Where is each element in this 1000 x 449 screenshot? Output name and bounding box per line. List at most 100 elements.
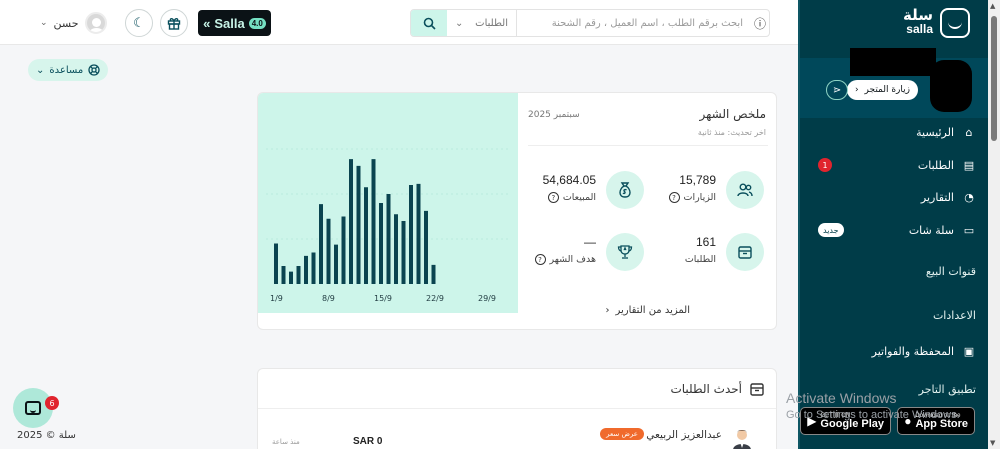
- app-store-button[interactable]: ● Download on the App Store: [897, 407, 975, 435]
- chart-bar[interactable]: [371, 159, 376, 284]
- chart-bar[interactable]: [326, 218, 331, 284]
- chart-bar[interactable]: [349, 159, 353, 284]
- user-name: حسن: [53, 16, 79, 30]
- chart-bar[interactable]: [364, 187, 368, 284]
- chart-bar[interactable]: [319, 204, 323, 284]
- visits-label-text: الزيارات: [683, 192, 717, 203]
- question-icon[interactable]: ?: [668, 192, 680, 203]
- x-tick-label: 29/9: [478, 294, 496, 303]
- sidebar-item-label: التقارير: [920, 190, 954, 204]
- google-play-label: Google Play: [820, 417, 884, 430]
- sidebar-item-sales-channels[interactable]: قنوات البيع: [926, 265, 976, 278]
- brand-ar: سلة: [903, 6, 933, 24]
- quote-badge: عرض سعر: [600, 428, 644, 440]
- more-reports-link[interactable]: المزيد من التقارير ‹: [605, 305, 690, 316]
- chart-bar[interactable]: [386, 194, 391, 284]
- chart-bar[interactable]: [311, 252, 316, 285]
- search-icon: [423, 17, 436, 30]
- chart-bar[interactable]: [304, 255, 308, 284]
- chart-bar[interactable]: [394, 214, 398, 284]
- gift-icon: [167, 18, 181, 30]
- x-tick-label: 8/9: [322, 294, 335, 303]
- help-button[interactable]: ⌄ مساعدة: [28, 59, 109, 81]
- chevron-left-icon: ‹: [854, 85, 859, 95]
- chart-bar[interactable]: [416, 183, 421, 284]
- chart-bar[interactable]: [409, 185, 413, 284]
- orders-icon: ▤: [963, 158, 975, 172]
- sidebar-item-settings[interactable]: الاعدادات: [933, 309, 976, 322]
- chart-bar[interactable]: [379, 203, 383, 284]
- x-tick-label: 15/9: [374, 294, 392, 303]
- scroll-up-icon[interactable]: ▲: [990, 2, 995, 10]
- x-tick-label: 1/9: [270, 294, 283, 303]
- info-icon[interactable]: ⓘ: [751, 10, 769, 36]
- customer-name: عبدالعزيز الربيعي: [646, 429, 722, 441]
- sidebar-item-home[interactable]: ⌂ الرئيسية: [800, 121, 988, 143]
- chart-bar[interactable]: [289, 271, 293, 284]
- order-time: منذ ساعة: [272, 438, 300, 446]
- gifts-button[interactable]: [160, 9, 188, 37]
- chart-bar[interactable]: [356, 165, 361, 284]
- visit-store-button[interactable]: زيارة المتجر ‹: [846, 80, 918, 100]
- question-icon[interactable]: ?: [534, 254, 546, 265]
- dark-mode-button[interactable]: ☾: [125, 9, 153, 37]
- scroll-down-icon[interactable]: ▼: [990, 439, 995, 447]
- moon-icon: ☾: [133, 15, 145, 31]
- redacted-store-logo: [930, 60, 972, 112]
- chart-bar[interactable]: [341, 216, 346, 285]
- more-reports-label: المزيد من التقارير: [615, 305, 690, 316]
- help-label: مساعدة: [49, 64, 84, 76]
- visits-label: الزيارات ?: [668, 192, 717, 203]
- salla-version-badge[interactable]: « Salla 4.0: [198, 10, 271, 36]
- search-scope-select[interactable]: ⌄ الطلبات: [447, 10, 517, 36]
- chart-bar[interactable]: [334, 244, 338, 284]
- box-icon: [726, 233, 764, 271]
- chevron-down-icon: ⌄: [36, 64, 45, 76]
- chart-bar[interactable]: [281, 266, 286, 284]
- search-button[interactable]: [411, 10, 447, 36]
- chart-bar[interactable]: [401, 221, 406, 284]
- search-input[interactable]: [517, 10, 751, 36]
- chart-bar[interactable]: [296, 266, 301, 284]
- latest-orders-card: أحدث الطلبات عبدالعزيز الربيعي عرض سعر S…: [257, 368, 777, 449]
- table-row[interactable]: عبدالعزيز الربيعي عرض سعر SAR 0 منذ ساعة: [258, 424, 776, 449]
- money-bag-icon: [606, 171, 644, 209]
- sidebar-item-orders[interactable]: ▤ الطلبات 1: [800, 154, 988, 176]
- salla-logo-icon: [940, 8, 970, 38]
- sidebar-item-wallet[interactable]: ▣ المحفظة والفواتير: [800, 340, 988, 362]
- chart-bar[interactable]: [274, 243, 278, 285]
- chat-icon: [25, 401, 41, 415]
- chevrons-icon: «: [203, 15, 211, 31]
- visits-value: 15,789: [679, 173, 716, 187]
- visit-store-label: زيارة المتجر: [864, 85, 910, 95]
- sidebar-item-label: الطلبات: [917, 158, 954, 172]
- chart-bar[interactable]: [431, 264, 436, 284]
- google-play-button[interactable]: ▶ GET IT ON Google Play: [800, 407, 891, 435]
- user-menu[interactable]: ⌄ حسن: [40, 12, 107, 34]
- stat-visits: 15,789 الزيارات ?: [639, 171, 764, 219]
- month-summary-card: 1/9 8/9 15/9 22/9 29/9 ملخص الشهر اخر تحديث:…: [257, 92, 777, 330]
- orders-count-badge: 1: [818, 158, 832, 172]
- chat-icon: ▭: [963, 223, 975, 237]
- orders-label: الطلبات: [685, 254, 716, 265]
- trophy-icon: [606, 233, 644, 271]
- orders-value: 161: [695, 235, 716, 249]
- question-icon[interactable]: ?: [547, 192, 559, 203]
- sidebar-item-reports[interactable]: ◔ التقارير: [800, 186, 988, 208]
- brand-en: salla: [906, 22, 933, 36]
- latest-orders-title: أحدث الطلبات: [670, 381, 742, 396]
- sidebar-item-salla-chat[interactable]: ▭ سلة شات جديد: [800, 219, 988, 241]
- goal-label: هدف الشهر ?: [534, 254, 597, 265]
- goal-label-text: هدف الشهر: [549, 254, 597, 265]
- chevron-down-icon: ⌄: [40, 18, 48, 28]
- chevron-left-icon: ‹: [605, 305, 610, 316]
- orders-box-icon: [750, 382, 764, 396]
- chevron-down-icon: ⌄: [455, 17, 464, 29]
- stat-sales: 54,684.05 المبيعات ?: [519, 171, 644, 219]
- chart-bar[interactable]: [424, 210, 428, 284]
- share-icon[interactable]: ⋖: [826, 80, 848, 100]
- chat-badge: 6: [45, 396, 59, 410]
- users-icon: [726, 171, 764, 209]
- scrollbar-thumb[interactable]: [991, 16, 997, 141]
- daily-chart-panel: 1/9 8/9 15/9 22/9 29/9: [258, 93, 518, 313]
